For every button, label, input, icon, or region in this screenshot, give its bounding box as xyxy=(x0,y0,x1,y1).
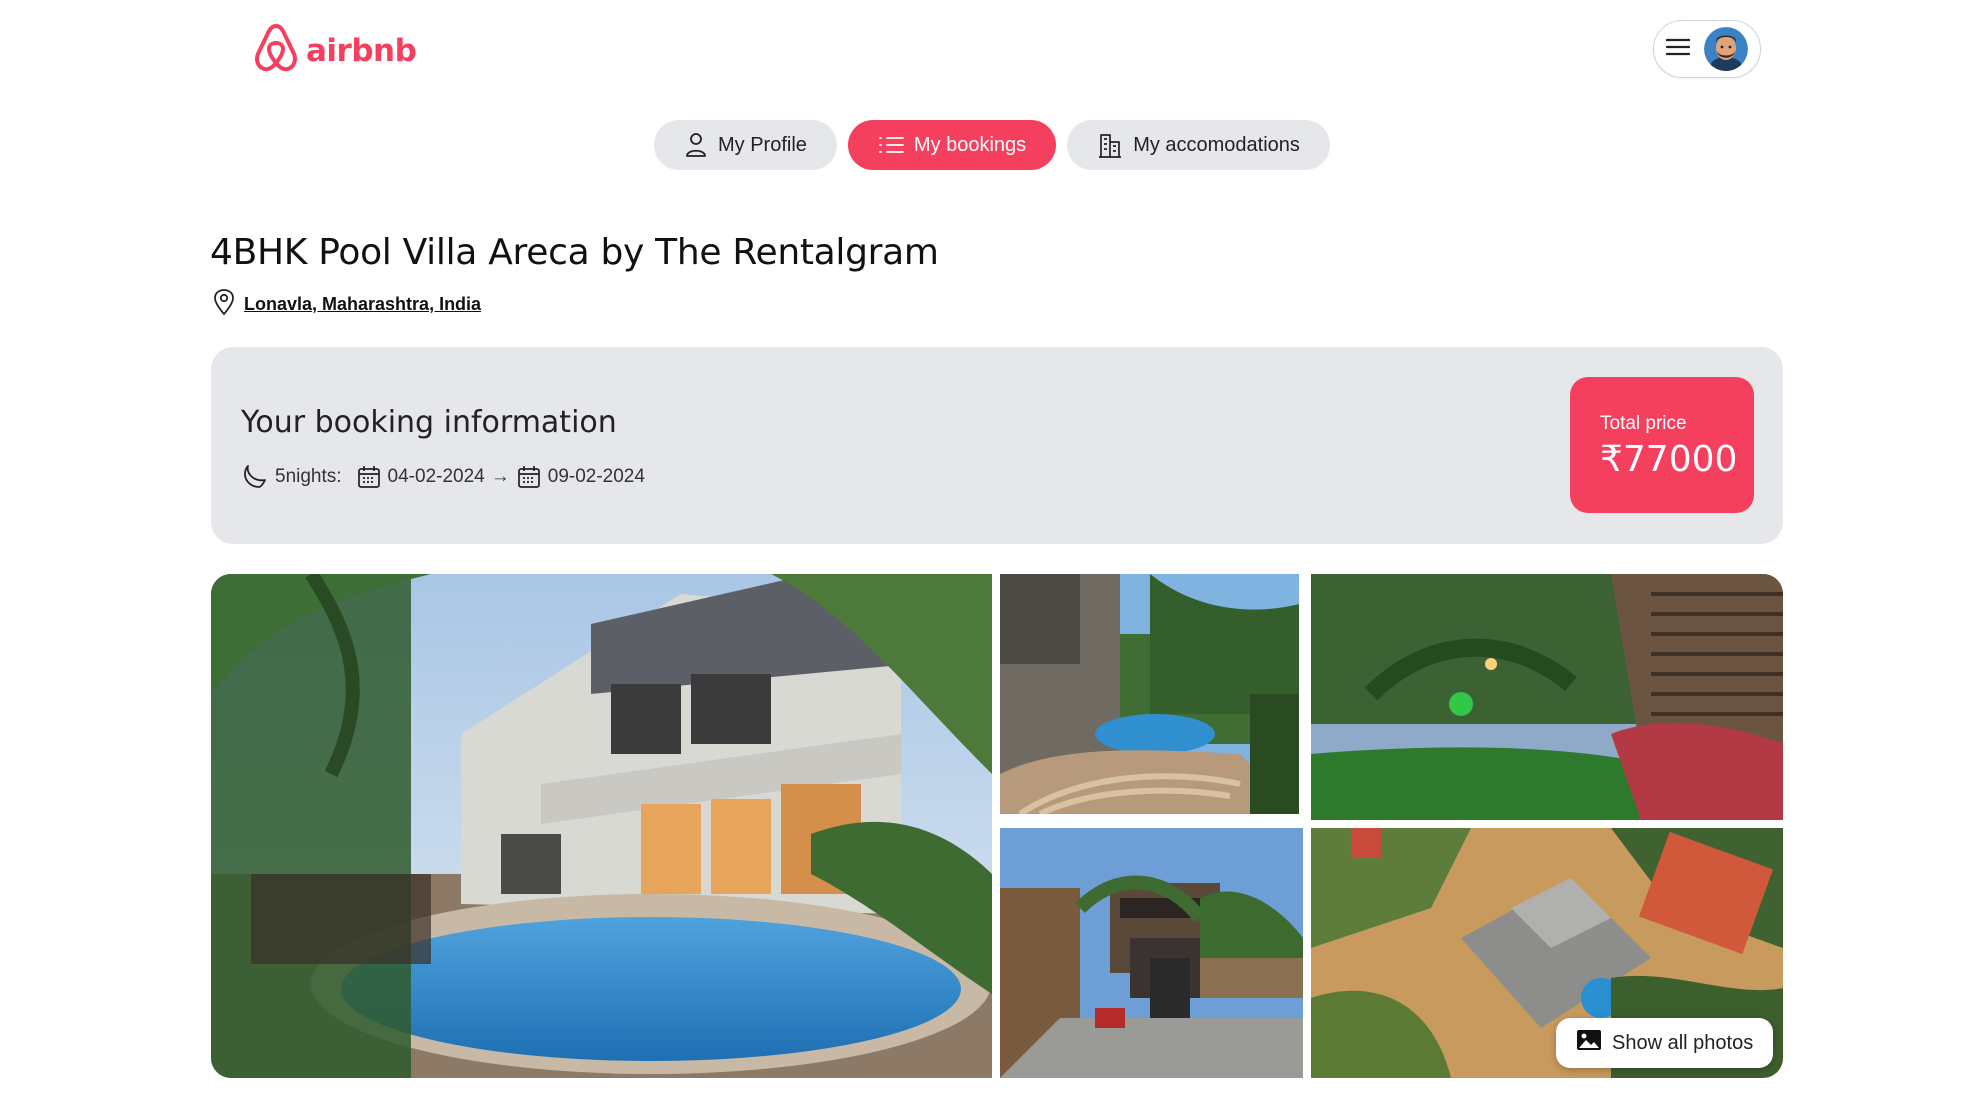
place-address[interactable]: Lonavla, Maharashtra, India xyxy=(212,288,481,321)
total-price-box: Total price ₹77000 xyxy=(1570,377,1754,513)
brand-name: airbnb xyxy=(306,32,417,69)
tab-label: My Profile xyxy=(718,133,807,156)
moon-icon xyxy=(241,463,269,491)
avatar xyxy=(1704,27,1748,71)
tab-my-profile[interactable]: My Profile xyxy=(654,120,837,170)
account-tabs: My Profile My bookings My accomodations xyxy=(654,120,1330,170)
price-label: Total price xyxy=(1600,413,1687,434)
photo-villa-pool-main[interactable] xyxy=(211,574,992,1078)
airbnb-logo[interactable]: airbnb xyxy=(252,22,417,79)
check-in-date: 04-02-2024 xyxy=(387,466,485,487)
user-icon xyxy=(684,132,708,158)
image-icon xyxy=(1576,1029,1602,1057)
calendar-icon xyxy=(516,464,542,490)
price-value: ₹77000 xyxy=(1600,439,1738,480)
photo-garden-pool-steps[interactable] xyxy=(1000,574,1299,814)
tab-my-accomodations[interactable]: My accomodations xyxy=(1067,120,1330,170)
tab-label: My bookings xyxy=(913,133,1027,156)
tab-label: My accomodations xyxy=(1133,133,1300,156)
list-icon xyxy=(878,134,904,156)
address-link[interactable]: Lonavla, Maharashtra, India xyxy=(244,294,481,315)
photo-villa-gate-street[interactable] xyxy=(1000,828,1303,1078)
booking-dates: 5nights: 04-02-2024 → 09-02-2024 xyxy=(241,463,645,491)
place-title: 4BHK Pool Villa Areca by The Rentalgram xyxy=(210,232,939,273)
check-out-date: 09-02-2024 xyxy=(547,466,645,487)
calendar-icon xyxy=(356,464,382,490)
hamburger-icon xyxy=(1665,37,1691,62)
user-menu-button[interactable] xyxy=(1653,20,1761,78)
booking-info-panel: Your booking information 5nights: 04-02-… xyxy=(211,347,1783,544)
airbnb-logo-icon xyxy=(252,22,300,79)
nights-count: 5nights: xyxy=(275,466,342,487)
show-all-label: Show all photos xyxy=(1612,1031,1754,1054)
photo-garden-lawn-lights[interactable] xyxy=(1311,574,1783,820)
building-icon xyxy=(1097,132,1123,158)
map-pin-icon xyxy=(212,288,236,321)
tab-my-bookings[interactable]: My bookings xyxy=(847,120,1057,170)
date-arrow: → xyxy=(490,466,510,487)
show-all-photos-button[interactable]: Show all photos xyxy=(1556,1018,1774,1068)
photo-gallery xyxy=(211,574,1783,1078)
booking-heading: Your booking information xyxy=(241,405,617,440)
